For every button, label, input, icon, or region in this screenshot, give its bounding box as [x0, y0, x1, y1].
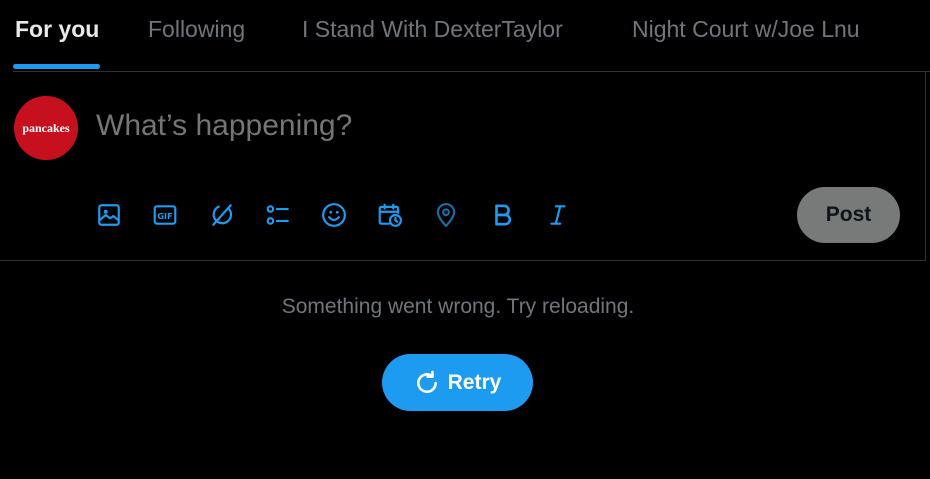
tab-i-stand-with-dextertaylor[interactable]: I Stand With DexterTaylor	[302, 0, 563, 72]
gif-icon[interactable]: GIF	[150, 200, 180, 230]
refresh-icon	[416, 370, 437, 393]
compose-input[interactable]	[94, 108, 748, 144]
poll-icon[interactable]	[263, 200, 293, 230]
emoji-icon[interactable]	[319, 200, 349, 230]
image-icon[interactable]	[94, 200, 124, 230]
retry-label: Retry	[447, 370, 502, 394]
timeline-tabs: For you Following I Stand With DexterTay…	[0, 0, 930, 72]
post-button[interactable]: Post	[797, 187, 900, 243]
divider	[925, 71, 926, 261]
tab-label: Night Court w/Joe Lnu	[632, 16, 860, 42]
schedule-icon[interactable]	[375, 200, 405, 230]
tab-label: I Stand With DexterTaylor	[302, 16, 563, 42]
italic-icon[interactable]	[543, 200, 573, 230]
tab-night-court[interactable]: Night Court w/Joe Lnu	[632, 0, 860, 72]
tab-for-you[interactable]: For you	[15, 0, 99, 72]
tab-label: Following	[148, 16, 246, 42]
svg-text:GIF: GIF	[157, 211, 172, 221]
grok-icon[interactable]	[207, 200, 237, 230]
tab-label: For you	[15, 16, 100, 42]
avatar-text: pancakes	[22, 120, 70, 135]
divider	[13, 71, 930, 72]
divider	[0, 260, 926, 261]
location-icon[interactable]	[431, 200, 461, 230]
active-tab-indicator	[13, 64, 100, 69]
tab-following[interactable]: Following	[148, 0, 245, 72]
retry-button[interactable]: Retry	[382, 354, 533, 411]
bold-icon[interactable]	[488, 200, 518, 230]
avatar[interactable]: pancakes	[14, 96, 78, 160]
error-message: Something went wrong. Try reloading.	[281, 295, 635, 318]
